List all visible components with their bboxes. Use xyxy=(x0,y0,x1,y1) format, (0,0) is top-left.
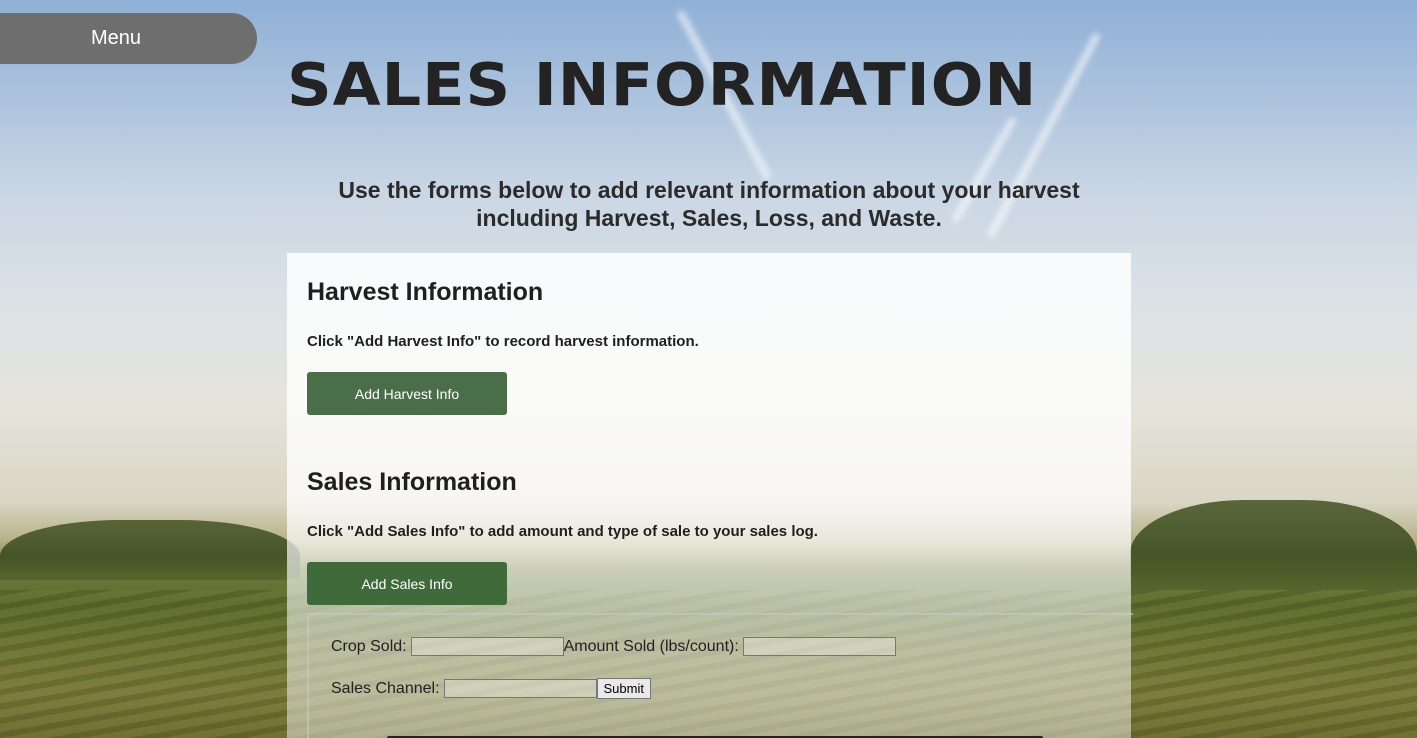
sales-channel-label: Sales Channel: xyxy=(331,679,440,697)
add-sales-info-button[interactable]: Add Sales Info xyxy=(307,562,507,605)
crop-sold-input[interactable] xyxy=(410,637,564,656)
amount-sold-label: Amount Sold (lbs/count): xyxy=(563,637,739,655)
crop-sold-label: Crop Sold: xyxy=(331,637,407,655)
sales-channel-input[interactable] xyxy=(443,679,597,698)
sales-section-title: Sales Information xyxy=(307,468,517,496)
sales-form-row: Crop Sold: Amount Sold (lbs/count): xyxy=(331,637,896,656)
menu-button[interactable]: Menu xyxy=(0,13,257,64)
sales-form-row: Sales Channel: Submit xyxy=(331,678,651,699)
tree-line xyxy=(1130,500,1417,590)
intro-text: Use the forms below to add relevant info… xyxy=(338,177,1080,231)
add-harvest-info-button[interactable]: Add Harvest Info xyxy=(307,372,507,415)
tree-line xyxy=(0,520,300,580)
amount-sold-input[interactable] xyxy=(742,637,896,656)
sales-section-description: Click "Add Sales Info" to add amount and… xyxy=(307,523,818,540)
harvest-section-title: Harvest Information xyxy=(307,278,544,306)
content-panel: Harvest Information Click "Add Harvest I… xyxy=(287,253,1133,738)
page-title: Sales Information xyxy=(287,50,1038,120)
harvest-section-description: Click "Add Harvest Info" to record harve… xyxy=(307,333,699,350)
sales-form: Crop Sold: Amount Sold (lbs/count): Sale… xyxy=(307,613,1133,738)
submit-button[interactable]: Submit xyxy=(596,678,651,699)
